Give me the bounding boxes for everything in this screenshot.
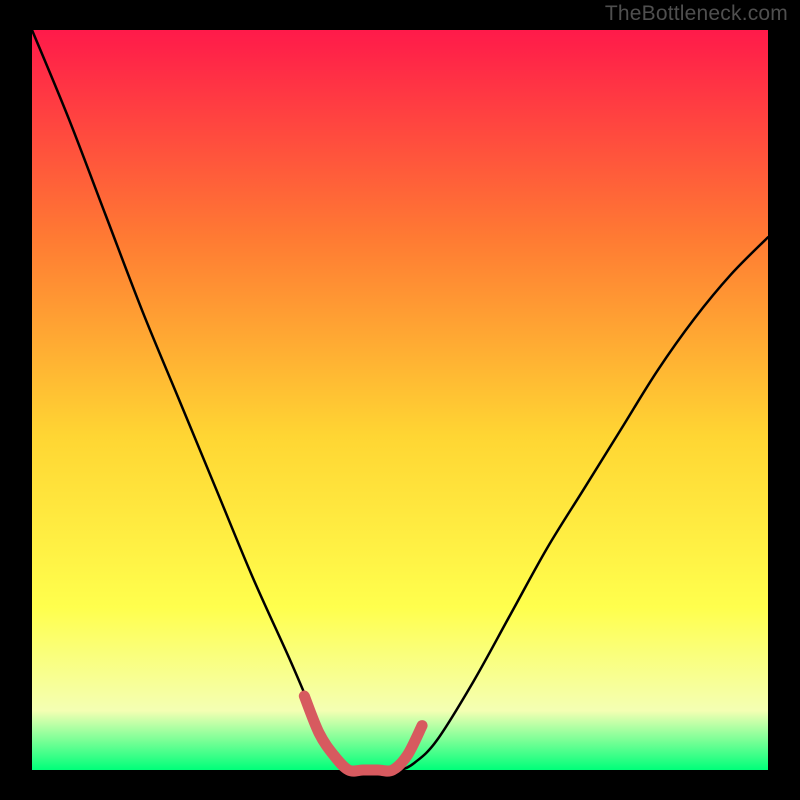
plot-background <box>32 30 768 770</box>
chart-svg <box>0 0 800 800</box>
chart-frame: TheBottleneck.com <box>0 0 800 800</box>
watermark-text: TheBottleneck.com <box>605 2 788 26</box>
